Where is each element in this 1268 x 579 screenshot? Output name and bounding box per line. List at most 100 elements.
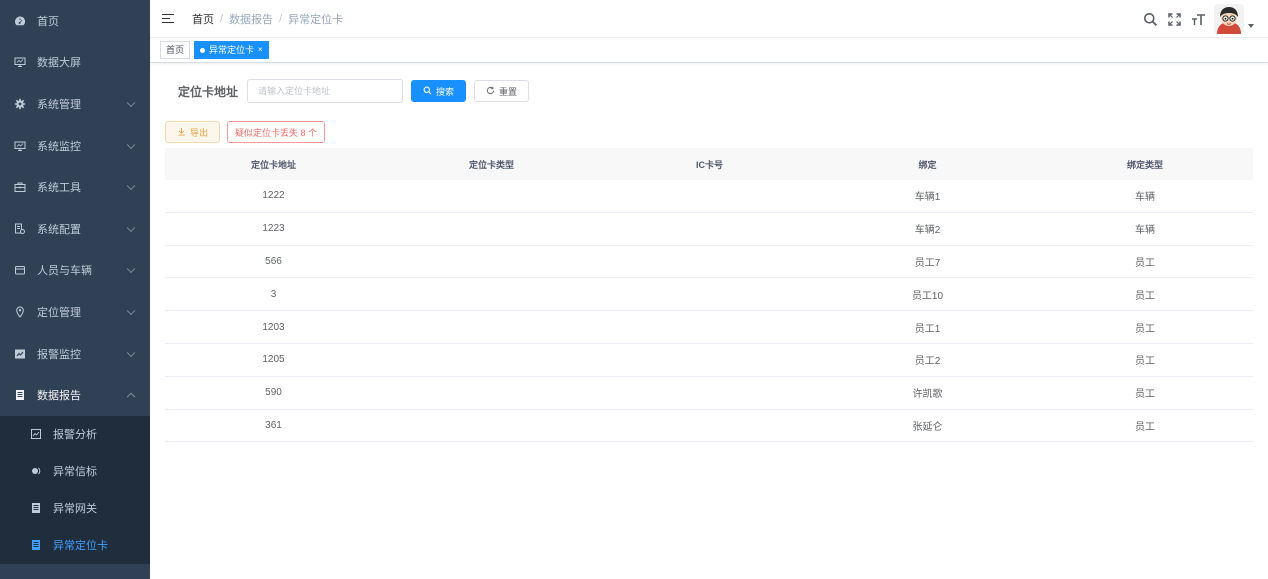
sidebar-item-system-tools[interactable]: 系统工具 [0,166,150,208]
sidebar-item-system-monitor[interactable]: 系统监控 [0,125,150,167]
lost-card-warning-button[interactable]: 疑似定位卡丢失 8 个 [227,121,326,143]
chevron-down-icon [126,264,136,274]
location-icon [14,306,26,318]
export-button-label: 导出 [189,127,208,138]
tab-label: 异常定位卡 [209,45,255,55]
search-button-label: 搜索 [436,86,455,97]
tags-view: 首页 异常定位卡 × [150,38,1268,63]
table-row[interactable]: 1222 车辆1 车辆 [165,180,1253,213]
column-header-ic-number[interactable]: IC卡号 [601,158,818,171]
sidebar-item-system-management[interactable]: 系统管理 [0,83,150,125]
sidebar-item-data-screen[interactable]: 数据大屏 [0,42,150,84]
tab-label: 首页 [166,45,185,55]
monitor-icon [14,140,26,152]
fullscreen-icon[interactable] [1166,11,1182,27]
sidebar-subitem-abnormal-card[interactable]: 异常定位卡 [0,527,150,564]
table-row[interactable]: 566 员工7 员工 [165,246,1253,279]
cell-binding-type: 员工 [1135,389,1155,401]
cell-binding-type: 员工 [1135,257,1155,269]
sidebar-subitem-label: 报警分析 [53,429,97,442]
column-header-binding[interactable]: 绑定 [818,158,1037,171]
sidebar-subitem-label: 异常网关 [53,503,97,516]
breadcrumb: 首页 / 数据报告 / 异常定位卡 [192,11,343,27]
table-header: 定位卡地址 定位卡类型 IC卡号 绑定 绑定类型 [165,148,1253,180]
table-row[interactable]: 1205 员工2 员工 [165,344,1253,377]
column-header-card-type[interactable]: 定位卡类型 [382,158,601,171]
breadcrumb-separator: / [279,12,283,25]
table-row[interactable]: 590 许凯歌 员工 [165,377,1253,410]
search-icon [423,86,432,97]
avatar[interactable] [1214,4,1244,34]
breadcrumb-home[interactable]: 首页 [192,11,214,27]
sidebar: 首页 数据大屏 系统管理 系统监控 系统工具 系统配置 人员与车辆 定位管理 报… [0,0,150,579]
active-dot-icon [200,47,206,53]
table-row[interactable]: 1203 员工1 员工 [165,311,1253,344]
sidebar-item-data-report[interactable]: 数据报告 [0,374,150,416]
cell-card-address: 1223 [262,223,285,235]
tab-home[interactable]: 首页 [160,41,191,59]
cell-binding-type: 员工 [1135,356,1155,368]
cell-binding-type: 员工 [1135,323,1155,335]
card-address-label: 定位卡地址 [178,84,239,99]
search-form: 定位卡地址 搜索 重置 [178,79,1253,103]
tab-abnormal-card[interactable]: 异常定位卡 × [194,41,269,59]
sidebar-subitem-label: 异常定位卡 [53,540,108,553]
table-row[interactable]: 361 张延仑 员工 [165,410,1253,443]
navbar-right [1134,0,1254,38]
sidebar-item-label: 人员与车辆 [37,265,92,278]
caret-down-icon[interactable] [1248,24,1254,28]
cell-card-address: 1205 [262,354,285,366]
cell-binding: 车辆2 [914,225,941,237]
sidebar-item-label: 数据大屏 [37,57,81,70]
breadcrumb-separator: / [220,12,224,25]
report-icon [14,389,26,401]
chevron-down-icon [126,181,136,191]
sidebar-item-alarm-monitor[interactable]: 报警监控 [0,333,150,375]
cell-card-address: 1203 [262,321,285,333]
breadcrumb-current: 异常定位卡 [288,13,344,26]
card-icon [14,264,26,276]
cell-binding: 车辆1 [914,192,941,204]
cell-binding: 员工10 [911,290,944,302]
config-icon [14,223,26,235]
cell-card-address: 566 [265,255,282,267]
sidebar-subitem-alarm-analysis[interactable]: 报警分析 [0,416,150,453]
sidebar-subitem-abnormal-beacon[interactable]: 异常信标 [0,453,150,490]
monitor-icon [14,56,26,68]
cell-binding-type: 车辆 [1135,225,1155,237]
search-icon[interactable] [1142,11,1158,27]
chevron-down-icon [126,140,136,149]
dashboard-icon [14,15,26,27]
chevron-down-icon [126,348,136,357]
search-button[interactable]: 搜索 [411,80,467,102]
table-row[interactable]: 3 员工10 员工 [165,278,1253,312]
cell-binding-type: 车辆 [1135,192,1155,204]
chevron-up-icon [126,392,136,402]
sidebar-item-people-vehicles[interactable]: 人员与车辆 [0,250,150,292]
column-header-binding-type[interactable]: 绑定类型 [1037,158,1253,171]
cell-binding-type: 员工 [1135,421,1155,433]
cell-binding: 员工7 [914,257,941,269]
document-icon [30,502,42,514]
sidebar-item-label: 系统管理 [37,98,81,111]
column-header-card-address[interactable]: 定位卡地址 [165,158,382,171]
refresh-icon [486,86,495,97]
font-size-icon[interactable] [1190,11,1206,27]
reset-button[interactable]: 重置 [474,80,530,102]
sidebar-item-label: 系统工具 [37,182,81,195]
sidebar-item-home[interactable]: 首页 [0,0,150,42]
table-row[interactable]: 1223 车辆2 车辆 [165,213,1253,246]
sidebar-item-location-management[interactable]: 定位管理 [0,291,150,333]
chevron-down-icon [126,98,136,108]
sidebar-item-label: 定位管理 [37,306,81,319]
export-button[interactable]: 导出 [165,121,220,143]
sidebar-subitem-abnormal-gateway[interactable]: 异常网关 [0,490,150,527]
card-address-input[interactable] [247,79,404,103]
sidebar-item-system-config[interactable]: 系统配置 [0,208,150,250]
hamburger-icon[interactable] [162,13,174,25]
close-icon[interactable]: × [258,42,263,58]
cell-card-address: 3 [270,288,277,300]
cell-card-address: 361 [265,419,282,431]
cell-binding-type: 员工 [1135,290,1155,302]
cell-card-address: 1222 [262,190,285,202]
